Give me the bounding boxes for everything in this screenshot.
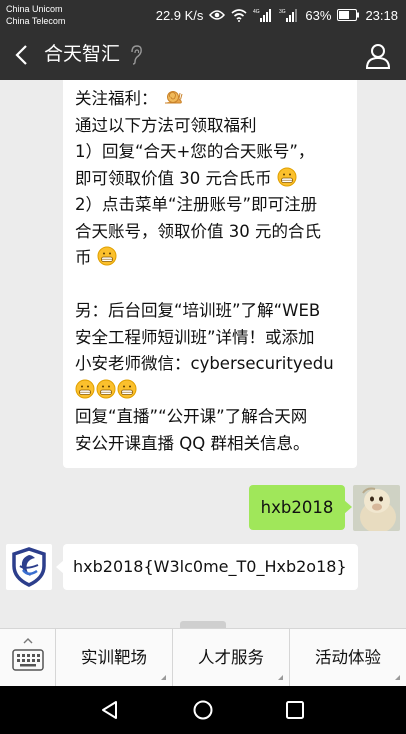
sent-message-bubble[interactable]: hxb2018 <box>249 485 352 530</box>
grimace-emoji-icon <box>117 379 137 398</box>
welcome-line-12: 安公开课直播 QQ 群相关信息。 <box>75 433 310 453</box>
welcome-line-10: 小安老师微信：cybersecurityedu <box>75 354 334 373</box>
circle-home-icon <box>193 700 213 720</box>
monkey-avatar-icon <box>353 485 400 531</box>
menu-label: 实训靶场 <box>81 648 147 667</box>
signal-3g-icon: 3G <box>279 8 299 22</box>
wifi-icon <box>231 8 247 22</box>
battery-percent: 63% <box>305 7 332 23</box>
menu-label: 人才服务 <box>198 648 264 667</box>
welcome-line-1: 关注福利： <box>75 89 158 108</box>
shield-logo-icon <box>12 547 46 587</box>
welcome-line-3: 1）回复“合天+您的合天账号”， <box>75 142 315 161</box>
grimace-emoji-icon <box>97 246 117 266</box>
earpiece-mode-icon <box>131 45 142 65</box>
square-recents-icon <box>286 701 304 719</box>
chat-area[interactable]: 关注福利： 通过以下方法可领取福利 1）回复“合天+您的合天账号”， 即可领取价… <box>0 80 406 628</box>
welcome-line-7: 币 <box>75 248 92 267</box>
keyboard-toggle-button[interactable] <box>0 629 56 686</box>
system-nav-bar <box>0 686 406 734</box>
keyboard-icon <box>12 638 44 671</box>
svg-text:3G: 3G <box>279 9 286 15</box>
submenu-indicator-icon <box>161 675 166 680</box>
submenu-indicator-icon <box>395 675 400 680</box>
battery-icon <box>337 9 360 21</box>
submenu-indicator-icon <box>278 675 283 680</box>
carrier-2: China Telecom <box>6 16 66 26</box>
menu-activity-experience[interactable]: 活动体验 <box>290 629 406 686</box>
account-menu-bar: 实训靶场 人才服务 活动体验 <box>0 628 406 686</box>
grimace-emoji-icon <box>277 167 297 186</box>
clock: 23:18 <box>365 7 398 23</box>
welcome-line-2: 通过以下方法可领取福利 <box>75 115 257 135</box>
welcome-line-6: 合天账号，领取价值 30 元的合氏 <box>75 221 321 241</box>
menu-talent-service[interactable]: 人才服务 <box>173 629 290 686</box>
chat-header: 合天智汇 <box>0 30 406 80</box>
triangle-back-icon <box>102 701 117 719</box>
welcome-line-5: 2）点击菜单“注册账号”即可注册 <box>75 195 318 214</box>
carrier-info: China Unicom China Telecom <box>6 3 65 27</box>
menu-label: 活动体验 <box>315 648 381 667</box>
welcome-line-11: 回复“直播”“公开课”了解合天网 <box>75 407 308 426</box>
reply-message-bubble[interactable]: hxb2018{W3lc0me_T0_Hxb2o18} <box>56 544 358 590</box>
timestamp-stub <box>180 621 226 628</box>
carrier-1: China Unicom <box>6 4 63 14</box>
eye-icon <box>209 9 226 21</box>
status-bar: China Unicom China Telecom 22.9 K/s 4G 3… <box>0 0 406 30</box>
official-account-avatar[interactable] <box>6 544 52 590</box>
chat-info-button[interactable] <box>364 42 392 70</box>
nav-back-button[interactable] <box>98 698 122 722</box>
back-button[interactable] <box>6 38 36 72</box>
user-avatar[interactable] <box>353 485 400 531</box>
back-arrow-icon <box>15 45 27 65</box>
welcome-line-8: 另：后台回复“培训班”了解“WEB <box>75 301 321 320</box>
grimace-emoji-icon <box>96 379 116 398</box>
emoji-row <box>75 378 347 405</box>
svg-text:4G: 4G <box>253 9 260 15</box>
chat-title: 合天智汇 <box>44 44 121 65</box>
menu-training-range[interactable]: 实训靶场 <box>56 629 173 686</box>
welcome-message-bubble[interactable]: 关注福利： 通过以下方法可领取福利 1）回复“合天+您的合天账号”， 即可领取价… <box>63 80 357 468</box>
welcome-line-9: 安全工程师短训班”详情！或添加 <box>75 327 315 347</box>
grimace-emoji-icon <box>75 379 95 398</box>
snail-emoji-icon <box>164 91 183 104</box>
person-icon <box>365 44 391 69</box>
welcome-line-4: 即可领取价值 30 元合氏币 <box>75 168 272 188</box>
network-speed: 22.9 K/s <box>155 7 204 23</box>
nav-home-button[interactable] <box>191 698 215 722</box>
nav-recents-button[interactable] <box>283 698 307 722</box>
status-indicators: 22.9 K/s 4G 3G 63% 23:18 <box>156 0 398 30</box>
signal-4g-icon: 4G <box>253 8 273 22</box>
